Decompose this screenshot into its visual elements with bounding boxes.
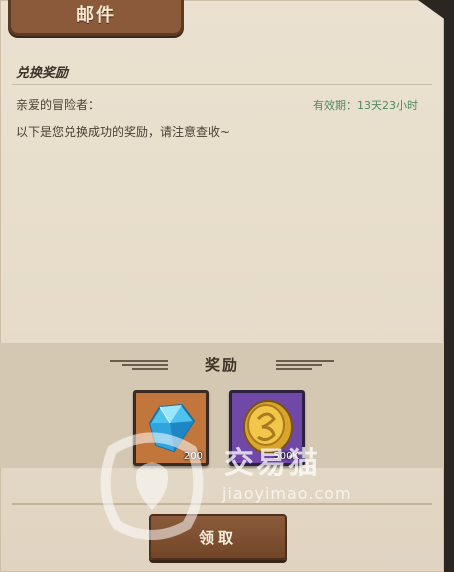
subject-divider xyxy=(12,84,432,85)
watermark-logo-icon xyxy=(100,432,204,540)
mail-expiry: 有效期：13天23小时 xyxy=(313,99,418,112)
flourish-right-decoration xyxy=(276,360,334,370)
watermark-url: jiaoyimao.com xyxy=(222,484,352,503)
mail-title-tab: 邮件 xyxy=(8,0,184,36)
panel-edge xyxy=(444,0,454,572)
mail-title: 邮件 xyxy=(76,5,116,26)
watermark-brand: 交易猫 xyxy=(224,446,320,481)
mail-subject: 兑换奖励 xyxy=(16,66,69,81)
reward-title: 奖励 xyxy=(204,356,239,374)
mail-greeting: 亲爱的冒险者： xyxy=(16,98,101,112)
mail-body: 以下是您兑换成功的奖励，请注意查收~ xyxy=(16,125,231,139)
bottom-divider xyxy=(12,503,432,505)
